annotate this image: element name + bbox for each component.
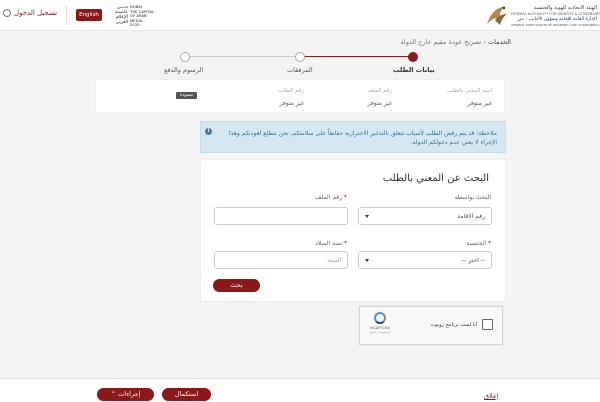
request-number-value: غير متوفر [279, 100, 304, 107]
dubai-logo-arabic: دبـــي عاصمة الإعلام العربي [115, 5, 128, 25]
recaptcha-links[interactable]: الخصوصية - البنود [366, 330, 394, 334]
recaptcha-widget: أنا لست برنامج روبوت reCAPTCHA الخصوصية … [359, 306, 503, 345]
summary-request-number: رقم الطلب غير متوفر [278, 88, 304, 107]
breadcrumb-chevron-icon: › [481, 38, 486, 46]
info-icon: i [205, 128, 212, 135]
continue-button[interactable]: استكمال [162, 388, 211, 401]
requester-value: غير متوفر [467, 100, 492, 107]
recaptcha-logo: reCAPTCHA الخصوصية - البنود [366, 312, 394, 342]
close-link[interactable]: إغلاق [484, 392, 498, 400]
falcon-emblem-icon [487, 6, 507, 25]
summary-requester: اسم المعني بالطلب غير متوفر [447, 88, 492, 107]
notice-banner: ملاحظة: قد يتم رفض الطلب لأسباب تتعلق با… [200, 121, 506, 153]
breadcrumb: الخدمات › تصريح عودة مقيم خارج الدولة [400, 38, 511, 46]
file-number-input[interactable] [214, 207, 348, 225]
recaptcha-icon [374, 312, 386, 324]
header-divider [66, 6, 67, 25]
dubai-media-capital-logo: دبـــي عاصمة الإعلام العربي DUBAI THE CA… [110, 4, 162, 27]
footer-bar: ⌃ إجراءات استكمال إغلاق [0, 378, 600, 402]
recaptcha-text: أنا لست برنامج روبوت [430, 322, 477, 328]
birth-year-input[interactable]: السنة [214, 251, 348, 269]
step-label-fees-payment: الرسوم والدفع [164, 66, 204, 74]
status-badge: مسودة [176, 92, 197, 99]
file-number-value: غير متوفر [367, 100, 392, 107]
chevron-down-icon [365, 259, 369, 262]
search-button[interactable]: بحث [213, 279, 260, 292]
nationality-label: * الجنسية [466, 240, 491, 247]
gdrfa-logo: الهيئة الاتحادية للهوية والجنسية FEDERAL… [481, 2, 600, 29]
top-header: تسجيل الدخول English دبـــي عاصمة الإعلا… [0, 0, 600, 31]
step-label-attachments: المرفقات [287, 66, 313, 74]
gdrfa-english-line2: GENERAL DIRECTORATE OF RESIDENCY AND FOR… [511, 23, 600, 27]
step-fees-payment [180, 52, 190, 62]
gdrfa-arabic-line2: الإدارة العامة للإقامة وشؤون الأجانب - د… [517, 17, 597, 22]
notice-text: ملاحظة: قد يتم رفض الطلب لأسباب تتعلق با… [228, 130, 497, 146]
step-attachments [295, 52, 305, 62]
search-by-select[interactable]: رقم الاقامة [358, 207, 492, 225]
birth-year-label: * سنة الميلاد [315, 240, 347, 247]
recaptcha-checkbox[interactable] [482, 319, 493, 330]
language-toggle-button[interactable]: English [76, 9, 102, 21]
step-label-request-details: بيانات الطلب [393, 66, 435, 74]
login-label: تسجيل الدخول [14, 9, 58, 17]
file-number-label: رقم الملف [367, 88, 392, 94]
dubai-logo-english: DUBAI THE CAPITAL OF ARAB MEDIA 2020 [130, 4, 155, 27]
nationality-value: -- اختر -- [462, 257, 485, 264]
stepper-track-active [295, 56, 412, 57]
birth-year-placeholder: السنة [327, 257, 341, 264]
summary-file-number: رقم الملف غير متوفر [367, 88, 392, 107]
nationality-select[interactable]: -- اختر -- [358, 251, 492, 269]
search-card-title: البحث عن المعني بالطلب [382, 173, 489, 184]
requester-label: اسم المعني بالطلب [446, 88, 492, 94]
request-number-label: رقم الطلب [278, 88, 304, 94]
breadcrumb-current: تصريح عودة مقيم خارج الدولة [400, 38, 482, 46]
breadcrumb-home-link[interactable]: الخدمات [488, 38, 511, 46]
chevron-down-icon [365, 215, 369, 218]
search-by-value: رقم الاقامة [457, 213, 485, 220]
step-request-details [408, 52, 418, 62]
gdrfa-arabic-line1: الهيئة الاتحادية للهوية والجنسية [533, 5, 597, 11]
gdrfa-english-line1: FEDERAL AUTHORITY FOR IDENTITY & CITIZEN… [511, 12, 600, 16]
login-link[interactable]: تسجيل الدخول [3, 9, 57, 17]
request-summary-panel: اسم المعني بالطلب غير متوفر رقم الملف غي… [95, 79, 505, 113]
actions-button[interactable]: ⌃ إجراءات [97, 388, 154, 401]
search-by-label: البحث بواسطة [454, 194, 491, 201]
user-icon [3, 9, 11, 17]
file-number-field-label: * رقم الملف [315, 194, 347, 201]
